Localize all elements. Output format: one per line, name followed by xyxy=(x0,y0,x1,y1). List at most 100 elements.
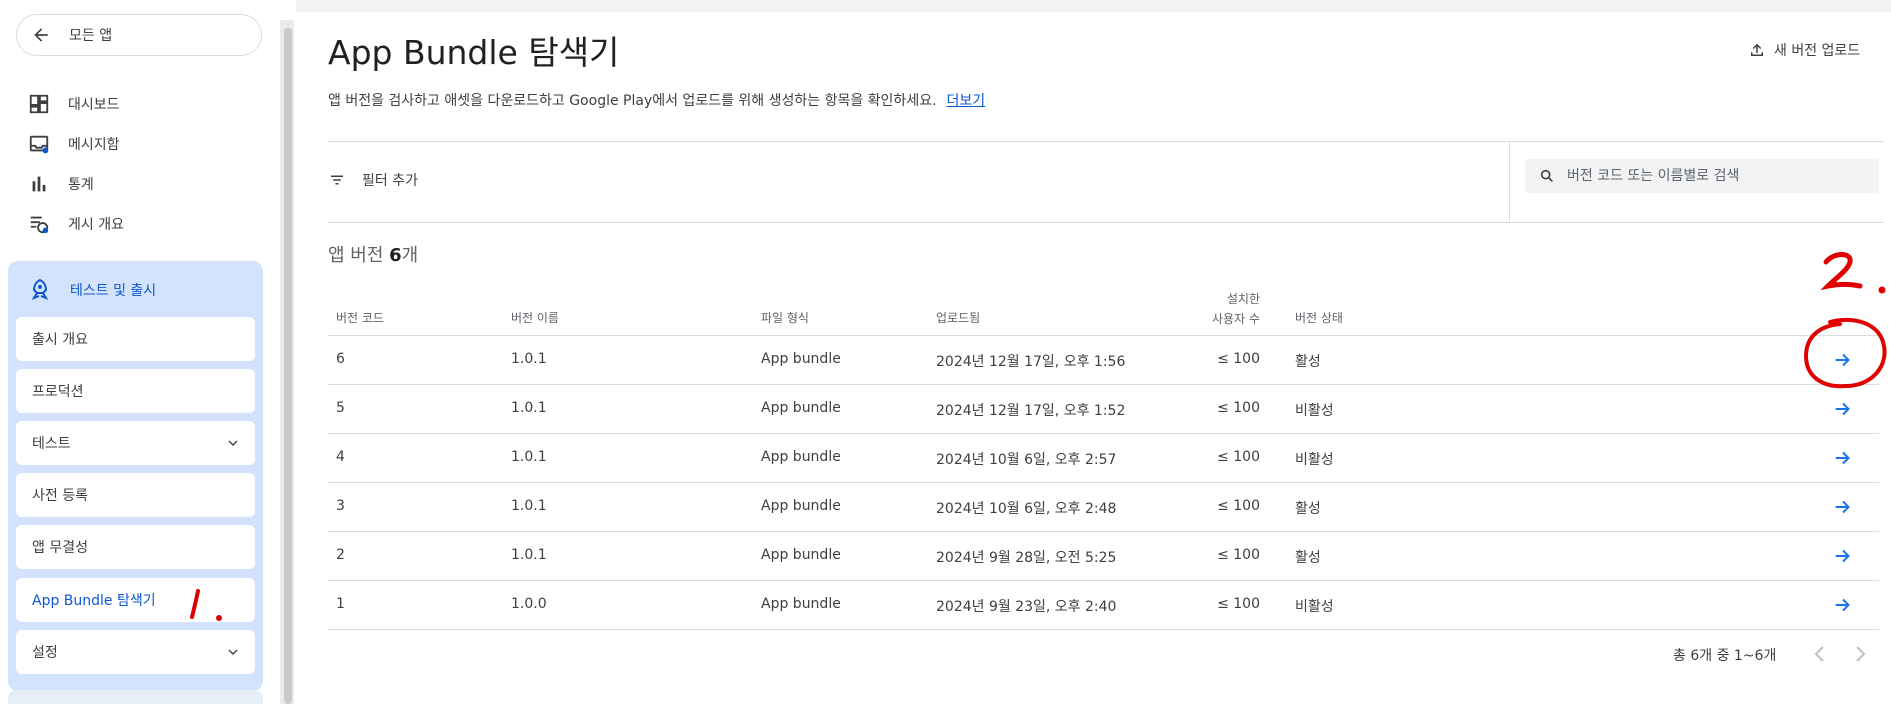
arrow-back-icon xyxy=(34,28,48,42)
annotation-mark-2: 2. xyxy=(1820,248,1886,294)
sidebar-item-production[interactable]: 프로덕션 xyxy=(16,369,255,413)
sidebar-item-release-overview[interactable]: 출시 개요 xyxy=(16,317,255,361)
dashboard-icon xyxy=(29,94,49,114)
cell-uploaded: 2024년 9월 28일, 오전 5:25 xyxy=(936,550,1117,566)
arrow-forward-icon[interactable] xyxy=(1832,496,1854,518)
cell-uploaded: 2024년 10월 6일, 오후 2:48 xyxy=(936,501,1117,517)
sidebar-item-statistics[interactable]: 통계 xyxy=(28,170,94,198)
cell-uploaded: 2024년 10월 6일, 오후 2:57 xyxy=(936,452,1117,468)
divider xyxy=(328,222,1884,223)
header-line: 사용자 수 xyxy=(1212,312,1260,326)
rocket-icon xyxy=(31,278,49,301)
search-box[interactable] xyxy=(1525,159,1879,193)
arrow-forward-icon[interactable] xyxy=(1832,447,1854,469)
column-header-uploaded[interactable]: 업로드됨 xyxy=(936,309,980,326)
sidebar-item-label: 게시 개요 xyxy=(68,217,124,233)
upload-icon xyxy=(1751,43,1763,56)
cell-version-code: 2 xyxy=(336,547,345,563)
cell-installed-users: ≤ 100 xyxy=(1217,351,1260,367)
count-suffix: 개 xyxy=(401,245,419,266)
cell-version-code: 6 xyxy=(336,351,345,367)
inbox-icon xyxy=(29,135,49,154)
sidebar-item-settings[interactable]: 설정 xyxy=(16,630,255,674)
sidebar-item-publishing-overview[interactable]: 게시 개요 xyxy=(28,210,124,238)
cell-installed-users: ≤ 100 xyxy=(1217,449,1260,465)
cell-version-status: 활성 xyxy=(1295,550,1321,566)
cell-version-name: 1.0.0 xyxy=(511,596,547,612)
column-header-installed-users[interactable]: 설치한 사용자 수 xyxy=(1208,289,1260,329)
bar-chart-icon xyxy=(32,176,46,192)
chevron-down-icon xyxy=(228,649,238,655)
column-header-version-code[interactable]: 버전 코드 xyxy=(336,309,384,326)
cell-version-status: 비활성 xyxy=(1295,452,1334,468)
sidebar-item-app-integrity[interactable]: 앱 무결성 xyxy=(16,525,255,569)
cell-uploaded: 2024년 12월 17일, 오후 1:52 xyxy=(936,403,1126,419)
filter-icon xyxy=(331,175,343,185)
count-value: 6 xyxy=(389,245,402,266)
cell-version-code: 5 xyxy=(336,400,345,416)
cell-version-code: 3 xyxy=(336,498,345,514)
sidebar-item-test-and-release[interactable]: 테스트 및 출시 xyxy=(28,275,156,305)
back-to-all-apps-button[interactable]: 모든 앱 xyxy=(16,14,262,56)
table-bottom-divider xyxy=(328,629,1879,630)
cell-installed-users: ≤ 100 xyxy=(1217,547,1260,563)
learn-more-link[interactable]: 더보기 xyxy=(947,93,986,109)
publishing-overview-icon xyxy=(30,216,49,234)
table-row[interactable]: 4 1.0.1 App bundle 2024년 10월 6일, 오후 2:57 ≤ 1… xyxy=(328,433,1879,482)
test-and-release-group: 테스트 및 출시 출시 개요 프로덕션 테스트 사전 등록 앱 무결성 App … xyxy=(8,261,263,691)
cell-file-format: App bundle xyxy=(761,498,841,514)
arrow-forward-icon[interactable] xyxy=(1832,545,1854,567)
cell-version-name: 1.0.1 xyxy=(511,498,547,514)
version-count: 앱 버전 6개 xyxy=(328,241,418,267)
sub-item-label: 테스트 xyxy=(32,436,71,452)
cell-uploaded: 2024년 9월 23일, 오후 2:40 xyxy=(936,599,1117,615)
sidebar-scrollbar-thumb[interactable] xyxy=(284,28,292,704)
cell-file-format: App bundle xyxy=(761,400,841,416)
table-row[interactable]: 1 1.0.0 App bundle 2024년 9월 23일, 오후 2:40 ≤ 1… xyxy=(328,580,1879,629)
arrow-forward-icon[interactable] xyxy=(1832,398,1854,420)
column-header-version-name[interactable]: 버전 이름 xyxy=(511,309,559,326)
sub-item-label: App Bundle 탐색기 xyxy=(32,593,156,609)
next-page-icon[interactable] xyxy=(1848,642,1872,666)
arrow-forward-icon[interactable] xyxy=(1832,349,1854,371)
sidebar-item-label: 대시보드 xyxy=(68,97,120,113)
column-header-version-status[interactable]: 버전 상태 xyxy=(1295,309,1343,326)
add-filter-button[interactable]: 필터 추가 xyxy=(328,170,418,190)
sub-item-label: 프로덕션 xyxy=(32,384,84,400)
column-header-file-format[interactable]: 파일 형식 xyxy=(761,309,809,326)
annotation-mark-2-text: 2. xyxy=(1820,248,1822,249)
sidebar-item-inbox[interactable]: 메시지함 xyxy=(28,130,120,158)
sidebar-item-label: 메시지함 xyxy=(68,137,120,153)
cell-file-format: App bundle xyxy=(761,351,841,367)
sidebar-item-pre-registration[interactable]: 사전 등록 xyxy=(16,473,255,517)
toolbar-divider xyxy=(1509,141,1510,222)
cell-file-format: App bundle xyxy=(761,449,841,465)
divider xyxy=(328,141,1884,142)
sidebar-item-dashboard[interactable]: 대시보드 xyxy=(28,90,120,118)
arrow-forward-icon[interactable] xyxy=(1832,594,1854,616)
page-description: 앱 버전을 검사하고 애셋을 다운로드하고 Google Play에서 업로드를… xyxy=(328,90,985,110)
filter-label: 필터 추가 xyxy=(362,173,418,189)
sidebar-item-testing[interactable]: 테스트 xyxy=(16,421,255,465)
cell-version-code: 4 xyxy=(336,449,345,465)
count-prefix: 앱 버전 xyxy=(328,245,390,266)
table-row[interactable]: 2 1.0.1 App bundle 2024년 9월 28일, 오전 5:25 ≤ 1… xyxy=(328,531,1879,580)
table-row[interactable]: 5 1.0.1 App bundle 2024년 12월 17일, 오후 1:52 ≤ … xyxy=(328,384,1879,433)
sidebar-item-app-bundle-explorer[interactable]: App Bundle 탐색기 xyxy=(16,578,255,622)
previous-page-icon[interactable] xyxy=(1808,642,1832,666)
table-row[interactable]: 3 1.0.1 App bundle 2024년 10월 6일, 오후 2:48 ≤ 1… xyxy=(328,482,1879,531)
table-row[interactable]: 6 1.0.1 App bundle 2024년 12월 17일, 오후 1:56 ≤ … xyxy=(328,335,1879,384)
search-input[interactable] xyxy=(1567,168,1867,184)
upload-new-version-button[interactable]: 새 버전 업로드 xyxy=(1748,40,1860,60)
pagination-label: 총 6개 중 1~6개 xyxy=(1673,648,1777,664)
sidebar-item-label: 통계 xyxy=(68,177,94,193)
top-strip xyxy=(296,0,1891,12)
chevron-down-icon xyxy=(228,440,238,446)
sidebar-next-group xyxy=(8,690,263,704)
sub-item-label: 사전 등록 xyxy=(32,488,88,504)
cell-version-name: 1.0.1 xyxy=(511,547,547,563)
page-title: App Bundle 탐색기 xyxy=(328,33,620,72)
description-text: 앱 버전을 검사하고 애셋을 다운로드하고 Google Play에서 업로드를… xyxy=(328,93,937,109)
cell-version-status: 활성 xyxy=(1295,354,1321,370)
back-label: 모든 앱 xyxy=(69,28,113,44)
